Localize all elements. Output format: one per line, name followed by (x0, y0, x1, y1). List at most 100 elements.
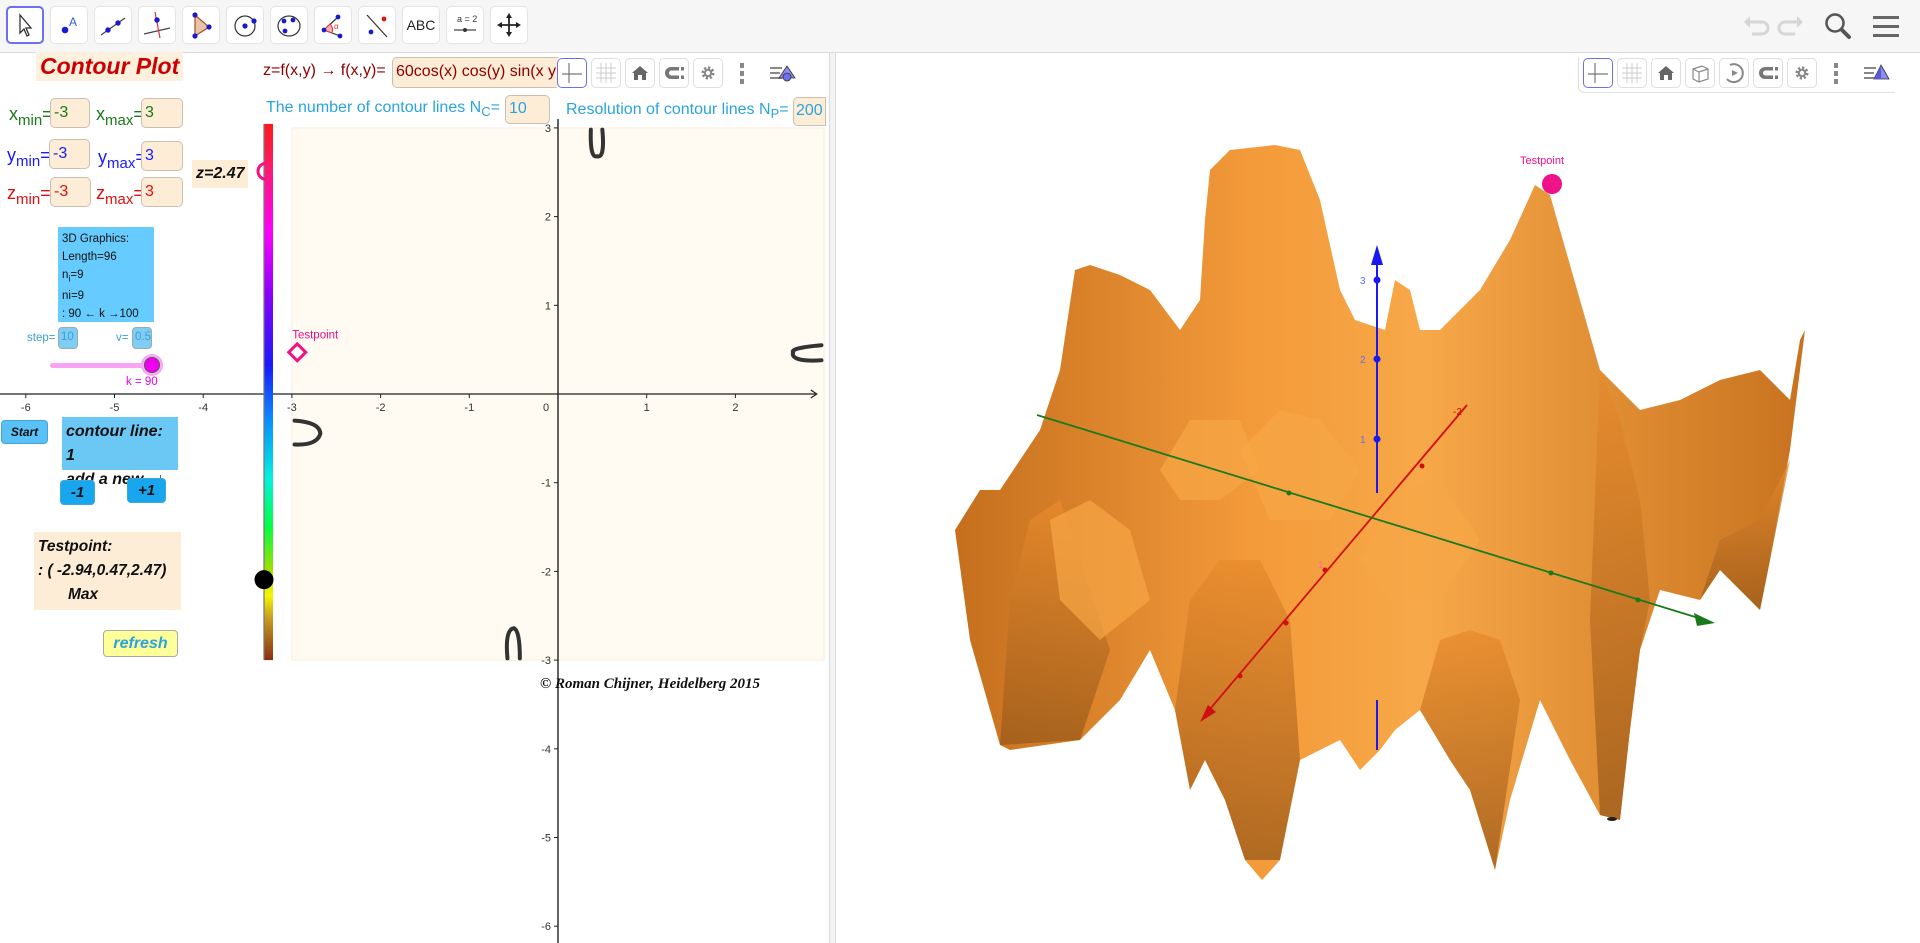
info-line: : 90 ← k →100 (62, 308, 139, 321)
ymin-label: ymin= (7, 145, 51, 170)
circle-center-point-icon (234, 15, 257, 37)
ymax-input[interactable]: 3 (141, 141, 183, 171)
x-tick-label: -4 (198, 402, 208, 414)
kebab-menu-icon (740, 63, 744, 84)
zmax-label: zmax= (96, 183, 144, 208)
view-divider[interactable] (829, 53, 836, 943)
home-icon (1658, 66, 1674, 80)
contour-line-text: contour line: 1 (66, 423, 163, 464)
plus-one-button[interactable]: +1 (127, 478, 166, 503)
stylebar-toggle-3d-button[interactable] (1861, 58, 1891, 88)
testpoint-info-box: Testpoint: : ( -2.94,0.47,2.47) Max (34, 532, 181, 610)
info-line: Length=96 (62, 251, 117, 263)
svg-text:a = 2: a = 2 (457, 14, 477, 24)
settings-button[interactable] (693, 58, 723, 88)
z-axis-tick-3d (1373, 355, 1381, 363)
x-tick-label: -5 (110, 402, 120, 414)
contour-line-box[interactable]: contour line: 1 add a new ↓ (62, 417, 178, 488)
y-axis-tick-3d (1548, 570, 1554, 576)
move-tool-button[interactable] (6, 6, 44, 44)
reflect-tool-button[interactable] (358, 6, 396, 44)
line-tool-button[interactable] (94, 6, 132, 44)
stylebar-toggle-button[interactable] (767, 58, 797, 88)
standard-view-button[interactable] (625, 58, 655, 88)
contour-count-input[interactable]: 10 (505, 95, 550, 124)
point-capturing-button[interactable] (659, 58, 689, 88)
ymin-input[interactable]: -3 (49, 139, 90, 169)
conic-five-points-icon (277, 15, 301, 37)
zmin-label: zmin= (7, 183, 51, 208)
resolution-input[interactable]: 200 (793, 97, 826, 126)
testpoint-3d (1542, 174, 1562, 194)
zmax-input[interactable]: 3 (141, 177, 183, 207)
y-axis-tick-3d (1286, 490, 1292, 496)
copyright-text: © Roman Chijner, Heidelberg 2015 (540, 676, 760, 692)
k-slider-handle[interactable] (144, 357, 160, 373)
zmin-input[interactable]: -3 (50, 177, 91, 207)
more-options-3d-button[interactable] (1821, 58, 1851, 88)
z-axis-label-3d: 2 (1360, 355, 1366, 366)
v-input[interactable]: 0.5 (132, 327, 152, 349)
magnet-icon (1759, 67, 1778, 79)
axes-icon (1588, 63, 1608, 83)
x-tick-label: -2 (376, 402, 386, 414)
svg-text:A: A (69, 15, 77, 29)
z-value-display: z=2.47 (192, 160, 249, 188)
geogebra-app: A α ABC a = 2 -6 -5 -4 -3 -2 -1 0 1 2 3 … (0, 0, 1920, 943)
rotate-view-button[interactable] (1719, 58, 1749, 88)
xmin-input[interactable]: -3 (50, 98, 90, 128)
refresh-button[interactable]: refresh (103, 630, 178, 657)
function-input[interactable]: 60cos(x) cos(y) sin(x y (392, 57, 562, 88)
x-tick-label: -6 (21, 402, 31, 414)
testpoint-label: Testpoint (292, 329, 339, 341)
step-input[interactable]: 10 (58, 327, 78, 349)
testpoint-title: Testpoint: (38, 538, 113, 555)
graphics-3d-stylebar (1578, 57, 1895, 93)
settings-3d-button[interactable] (1787, 58, 1817, 88)
circle-tool-button[interactable] (226, 6, 264, 44)
cube-icon (1692, 65, 1709, 83)
minus-one-button[interactable]: -1 (60, 480, 95, 505)
undo-button[interactable] (1740, 10, 1772, 47)
move-arrows-icon (497, 13, 521, 37)
conic-tool-button[interactable] (270, 6, 308, 44)
line-through-points-icon (100, 17, 126, 36)
magnet-icon (665, 67, 684, 79)
point-tool-button[interactable]: A (50, 6, 88, 44)
angle-tool-button[interactable]: α (314, 6, 352, 44)
slider-tool-button[interactable]: a = 2 (446, 6, 484, 44)
toggle-grid-button[interactable] (591, 58, 621, 88)
polygon-tool-button[interactable] (182, 6, 220, 44)
point-icon: A (61, 15, 77, 34)
toggle-grid-3d-button[interactable] (1617, 58, 1647, 88)
xmax-label: xmax= (96, 104, 144, 129)
cursor-arrow-icon (19, 13, 33, 37)
redo-button[interactable] (1775, 10, 1807, 47)
text-abc-icon: ABC (406, 17, 436, 33)
main-menu-button[interactable] (1870, 10, 1902, 47)
ymax-label: ymax= (98, 147, 146, 172)
perpendicular-line-tool-button[interactable] (138, 6, 176, 44)
xmax-input[interactable]: 3 (141, 98, 183, 128)
k-slider-track[interactable] (50, 363, 150, 368)
start-button[interactable]: Start (1, 420, 48, 444)
surface-fold (1420, 630, 1520, 870)
y-tick-label: 1 (545, 300, 551, 312)
view-in-front-button[interactable] (1685, 58, 1715, 88)
rotate-play-icon (1726, 63, 1744, 84)
more-options-button[interactable] (727, 58, 757, 88)
redo-icon (1777, 16, 1803, 36)
z-axis-arrow-3d (1371, 245, 1383, 265)
toggle-axes-3d-button[interactable] (1583, 58, 1613, 88)
undo-icon (1744, 16, 1770, 36)
y-tick-label: 2 (545, 212, 551, 224)
toggle-axes-button[interactable] (557, 58, 587, 88)
polygon-icon (192, 12, 212, 39)
v-label: v= (116, 332, 129, 344)
graphics-view-3d[interactable]: -2 1 1 2 3 Testpoint (836, 53, 1920, 943)
move-graphics-view-tool-button[interactable] (490, 6, 528, 44)
standard-view-3d-button[interactable] (1651, 58, 1681, 88)
point-capturing-3d-button[interactable] (1753, 58, 1783, 88)
text-tool-button[interactable]: ABC (402, 6, 440, 44)
search-button[interactable] (1822, 10, 1854, 47)
